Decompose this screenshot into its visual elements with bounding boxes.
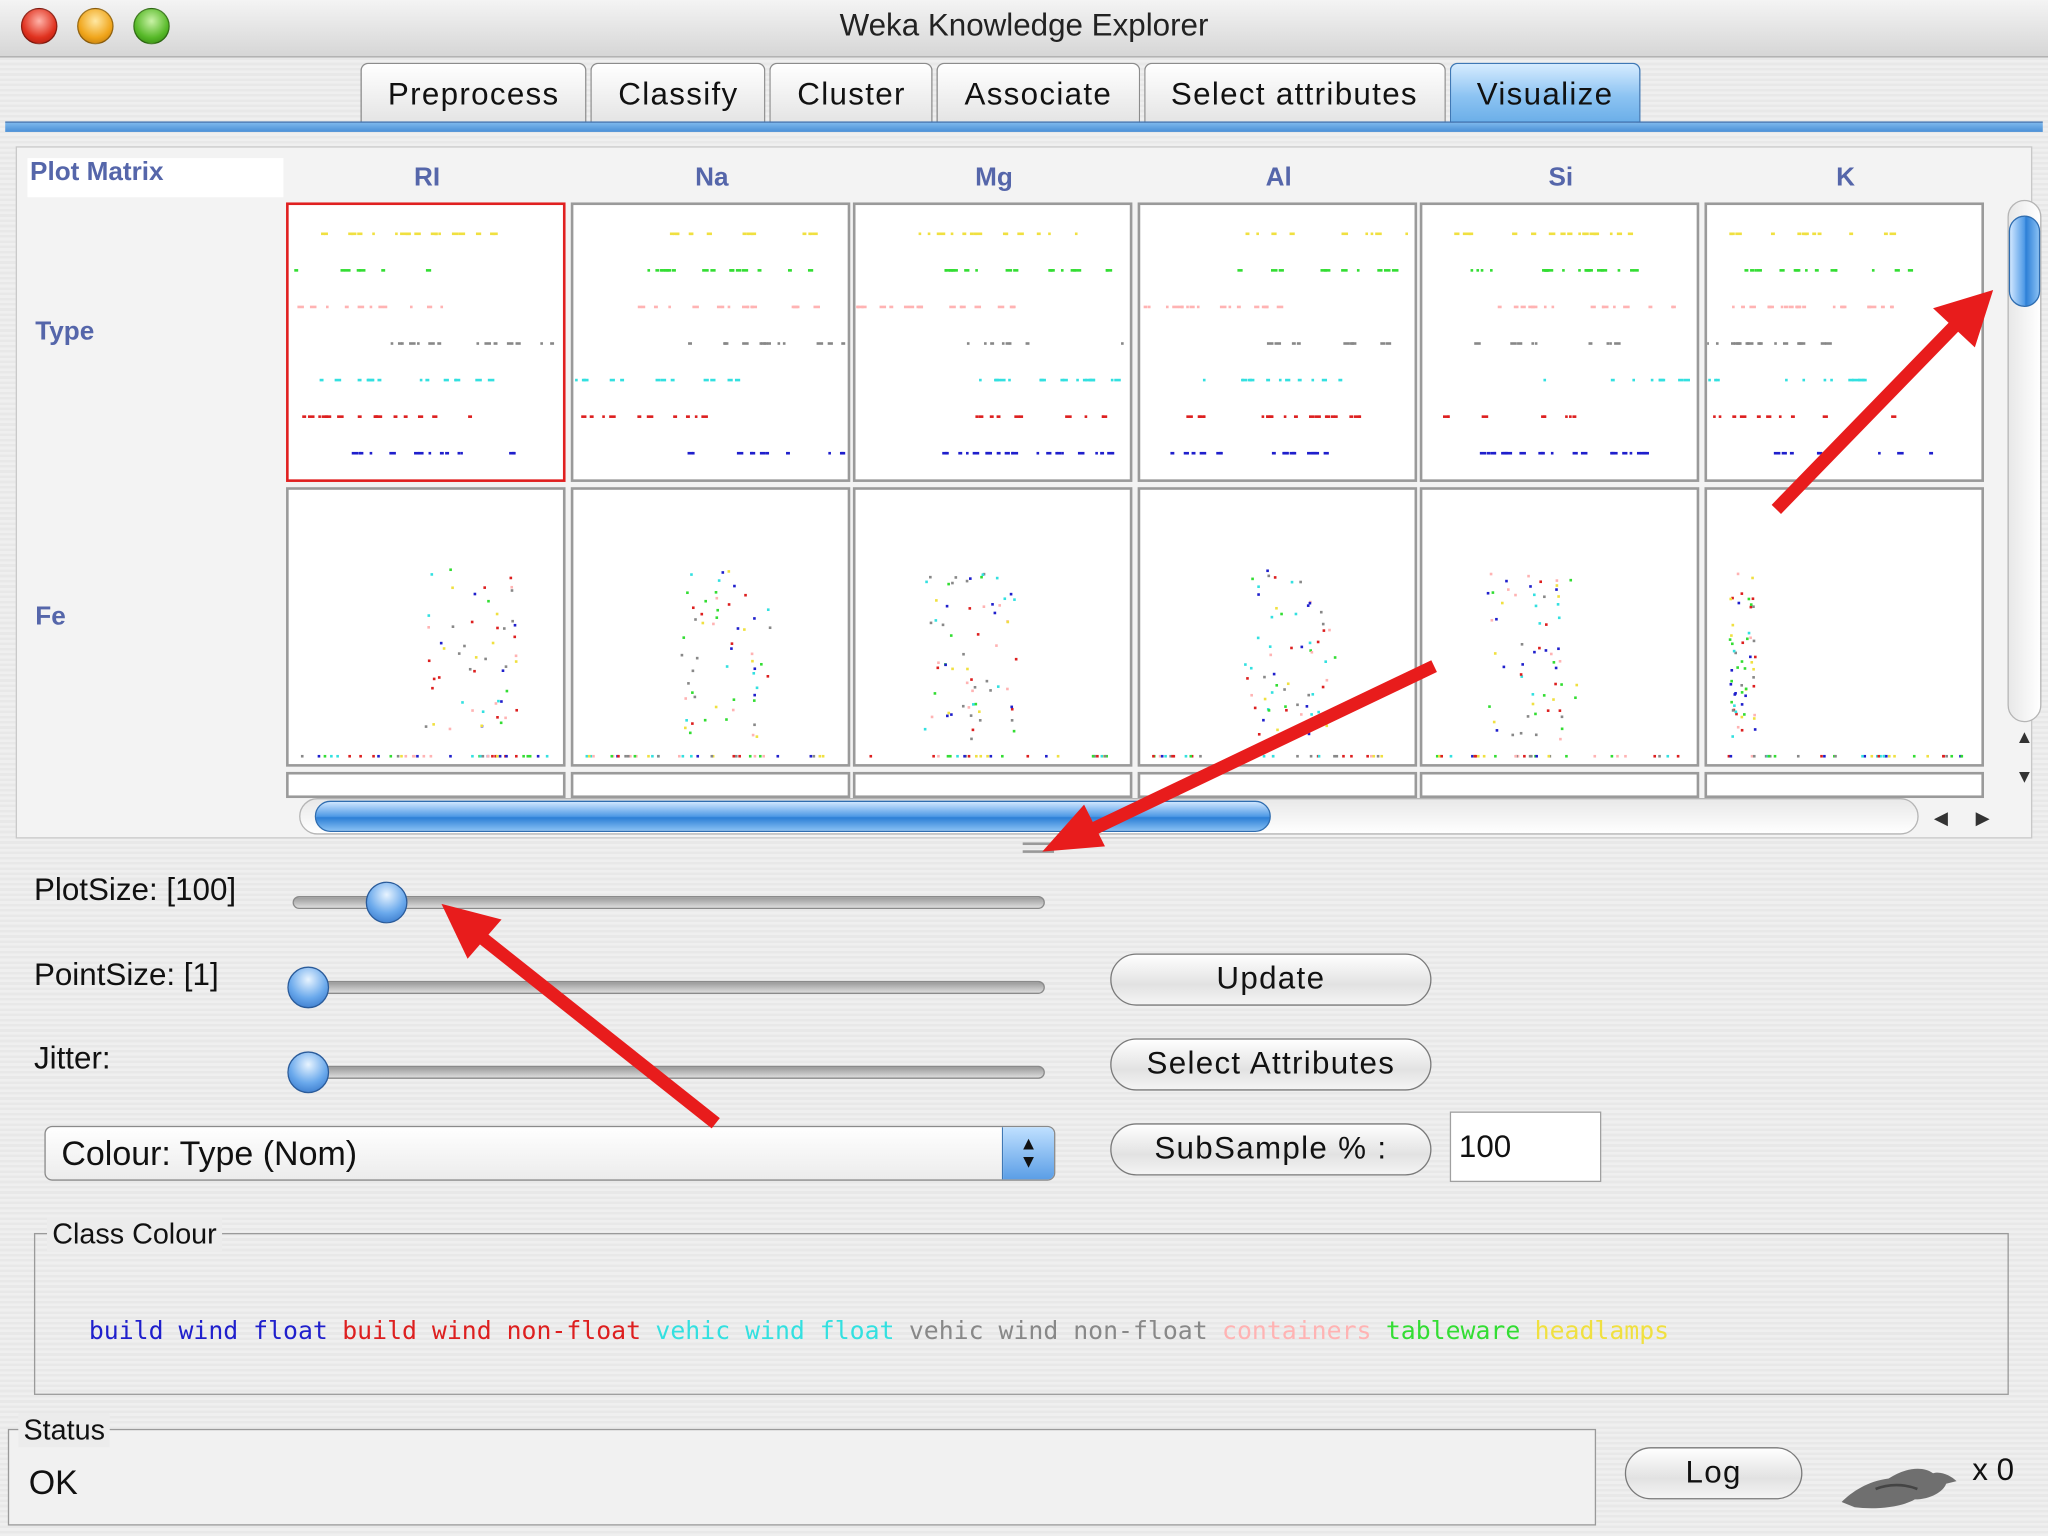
select-attributes-button[interactable]: Select Attributes [1110, 1038, 1432, 1091]
scatter-cell-partial [1419, 771, 1700, 799]
scatter-cell-fe-al[interactable] [1137, 487, 1418, 767]
class-colour-item[interactable]: build wind float [89, 1317, 328, 1346]
scatter-cell-type-mg[interactable] [852, 202, 1133, 482]
scatter-cell-partial [1137, 771, 1418, 799]
scatter-cell-type-si[interactable] [1419, 202, 1700, 482]
scatter-cell-partial [1704, 771, 1984, 799]
status-text: OK [28, 1462, 78, 1503]
tab-bar: Preprocess Classify Cluster Associate Se… [360, 62, 1644, 123]
scatter-cell-partial [570, 771, 851, 799]
split-pane-divider[interactable] [1022, 842, 1055, 853]
task-count: x 0 [1972, 1452, 2015, 1488]
jitter-slider[interactable] [292, 1065, 1045, 1079]
tab-select-attributes[interactable]: Select attributes [1143, 62, 1446, 123]
scatter-cell-fe-si[interactable] [1419, 487, 1700, 767]
scatter-cell-type-ri[interactable] [286, 202, 566, 482]
window-title: Weka Knowledge Explorer [839, 7, 1209, 44]
update-button[interactable]: Update [1110, 953, 1432, 1006]
scatter-cell-type-al[interactable] [1137, 202, 1418, 482]
class-colour-item[interactable]: vehic wind float [655, 1317, 894, 1346]
point-size-label: PointSize: [1] [33, 957, 219, 993]
vertical-scroll-thumb[interactable] [2008, 215, 2041, 307]
tab-associate[interactable]: Associate [937, 62, 1140, 123]
plot-matrix-panel: Plot Matrix RI Na Mg Al Si K Type Fe ◀ ▶… [15, 146, 2042, 853]
scatter-cell-fe-ri[interactable] [286, 487, 566, 767]
select-arrows-icon[interactable]: ▲ ▼ [1001, 1127, 1055, 1180]
tab-classify[interactable]: Classify [590, 62, 766, 123]
point-size-slider-knob[interactable] [287, 966, 330, 1009]
log-button[interactable]: Log [1624, 1447, 1803, 1500]
weka-bird-icon [1841, 1468, 1957, 1509]
class-colour-panel [33, 1232, 2009, 1395]
colour-select[interactable]: Colour: Type (Nom) ▲ ▼ [44, 1125, 1056, 1181]
subsample-input[interactable]: 100 [1449, 1111, 1602, 1183]
class-colour-item[interactable]: vehic wind non-float [909, 1317, 1208, 1346]
horizontal-scroll-thumb[interactable] [314, 800, 1271, 832]
subsample-button[interactable]: SubSample % : [1110, 1123, 1432, 1176]
column-header-mg: Mg [975, 163, 1013, 192]
colour-select-value: Colour: Type (Nom) [61, 1133, 358, 1173]
class-colour-list: build wind float build wind non-float vehi… [89, 1317, 1684, 1346]
class-colour-legend: Class Colour [47, 1217, 222, 1252]
jitter-label: Jitter: [33, 1040, 111, 1077]
class-colour-item[interactable]: build wind non-float [342, 1317, 641, 1346]
column-header-na: Na [695, 163, 729, 192]
tab-underline [5, 121, 2043, 132]
row-header-type: Type [35, 317, 95, 347]
plot-size-label: PlotSize: [100] [33, 872, 237, 908]
status-legend: Status [18, 1413, 111, 1448]
column-header-k: K [1836, 163, 1855, 192]
scroll-up-icon[interactable]: ▲ [2010, 722, 2039, 751]
scatter-cell-fe-na[interactable] [570, 487, 851, 767]
class-colour-item[interactable]: tableware [1386, 1317, 1520, 1346]
column-header-si: Si [1548, 163, 1574, 192]
row-header-fe: Fe [35, 602, 66, 631]
point-size-slider[interactable] [292, 980, 1045, 994]
scatter-cell-partial [852, 771, 1133, 799]
scatter-cell-fe-k[interactable] [1704, 487, 1984, 767]
status-panel [7, 1428, 1597, 1526]
scatter-cell-type-k[interactable] [1704, 202, 1984, 482]
jitter-slider-knob[interactable] [287, 1051, 330, 1094]
class-colour-item[interactable]: headlamps [1535, 1317, 1669, 1346]
title-bar: Weka Knowledge Explorer [0, 0, 2048, 58]
tab-cluster[interactable]: Cluster [769, 62, 934, 123]
weka-window: Weka Knowledge Explorer Preprocess Class… [0, 0, 2048, 1536]
column-header-ri: RI [414, 163, 441, 192]
scroll-down-icon[interactable]: ▼ [2010, 761, 2039, 790]
plot-size-slider-knob[interactable] [365, 881, 408, 924]
plot-matrix-label: Plot Matrix [27, 158, 284, 198]
scroll-left-icon[interactable]: ◀ [1927, 803, 1956, 832]
scatter-cell-partial [286, 771, 566, 799]
scroll-right-icon[interactable]: ▶ [1968, 803, 1997, 832]
class-colour-item[interactable]: containers [1222, 1317, 1371, 1346]
arrow-to-plot-size-slider [441, 903, 720, 1129]
scatter-cell-fe-mg[interactable] [852, 487, 1133, 767]
tab-preprocess[interactable]: Preprocess [360, 62, 587, 123]
tab-visualize[interactable]: Visualize [1449, 62, 1641, 123]
scatter-cell-type-na[interactable] [570, 202, 851, 482]
column-header-al: Al [1265, 163, 1292, 192]
